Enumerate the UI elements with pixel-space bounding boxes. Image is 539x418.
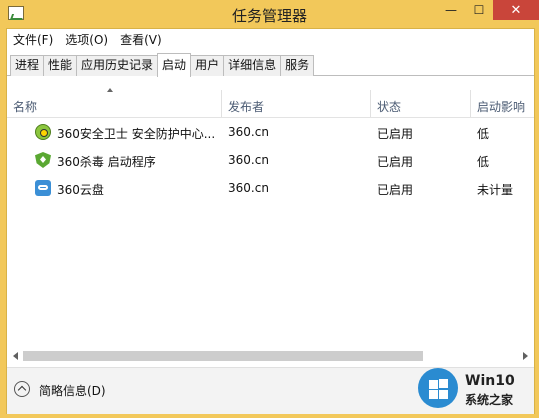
window-controls: — ☐ ✕: [437, 0, 539, 22]
tab-details[interactable]: 详细信息: [223, 55, 282, 76]
menu-file[interactable]: 文件(F): [7, 29, 59, 49]
menu-options[interactable]: 选项(O): [59, 29, 114, 49]
scroll-left-icon[interactable]: [13, 352, 18, 360]
fewer-details-link[interactable]: 简略信息(D): [39, 382, 106, 399]
column-publisher[interactable]: 发布者: [228, 98, 264, 115]
tab-strip: 进程 性能 应用历史记录 启动 用户 详细信息 服务: [7, 53, 534, 77]
row-status: 已启用: [377, 183, 414, 197]
360-antivirus-icon: [35, 152, 51, 168]
watermark-subtitle: 系统之家: [465, 393, 514, 407]
scroll-right-icon[interactable]: [523, 352, 528, 360]
column-divider[interactable]: [370, 90, 371, 117]
column-startup-impact[interactable]: 启动影响: [477, 98, 525, 115]
row-name: 360杀毒 启动程序: [57, 155, 156, 169]
row-publisher: 360.cn: [228, 181, 269, 195]
table-row[interactable]: 360安全卫士 安全防护中心... 360.cn 已启用 低: [7, 120, 534, 146]
row-publisher: 360.cn: [228, 125, 269, 139]
watermark-name: Win10: [465, 373, 515, 389]
tab-startup[interactable]: 启动: [157, 53, 192, 77]
column-divider[interactable]: [470, 90, 471, 117]
tab-performance[interactable]: 性能: [43, 55, 78, 76]
menu-bar: 文件(F) 选项(O) 查看(V): [7, 29, 534, 49]
maximize-button[interactable]: ☐: [465, 0, 493, 20]
tab-processes[interactable]: 进程: [10, 55, 45, 76]
column-divider[interactable]: [221, 90, 222, 117]
title-bar: 任务管理器 — ☐ ✕: [0, 0, 539, 28]
360-cloud-icon: [35, 180, 51, 196]
windows-logo-icon: [418, 368, 458, 408]
row-name: 360安全卫士 安全防护中心...: [57, 127, 216, 141]
table-row[interactable]: 360杀毒 启动程序 360.cn 已启用 低: [7, 148, 534, 174]
close-button[interactable]: ✕: [493, 0, 539, 20]
menu-view[interactable]: 查看(V): [114, 29, 168, 49]
row-publisher: 360.cn: [228, 153, 269, 167]
column-status[interactable]: 状态: [377, 98, 401, 115]
tab-app-history[interactable]: 应用历史记录: [76, 55, 159, 76]
row-impact: 未计量: [477, 183, 514, 197]
360-safeguard-icon: [35, 124, 51, 140]
chevron-up-icon[interactable]: [14, 381, 30, 397]
sort-ascending-icon: [107, 88, 113, 92]
row-status: 已启用: [377, 127, 414, 141]
scrollbar-thumb[interactable]: [23, 351, 423, 361]
column-name[interactable]: 名称: [13, 98, 37, 115]
task-manager-window: 文件(F) 选项(O) 查看(V) 进程 性能 应用历史记录 启动 用户 详细信…: [6, 28, 535, 414]
row-impact: 低: [477, 155, 490, 169]
row-impact: 低: [477, 127, 490, 141]
column-header: 名称 发布者 状态 启动影响: [7, 77, 534, 118]
tab-users[interactable]: 用户: [190, 55, 225, 76]
row-status: 已启用: [377, 155, 414, 169]
tab-services[interactable]: 服务: [280, 55, 315, 76]
watermark: Win10 系统之家: [412, 360, 539, 418]
row-name: 360云盘: [57, 183, 104, 197]
table-row[interactable]: 360云盘 360.cn 已启用 未计量: [7, 176, 534, 202]
minimize-button[interactable]: —: [437, 0, 465, 20]
